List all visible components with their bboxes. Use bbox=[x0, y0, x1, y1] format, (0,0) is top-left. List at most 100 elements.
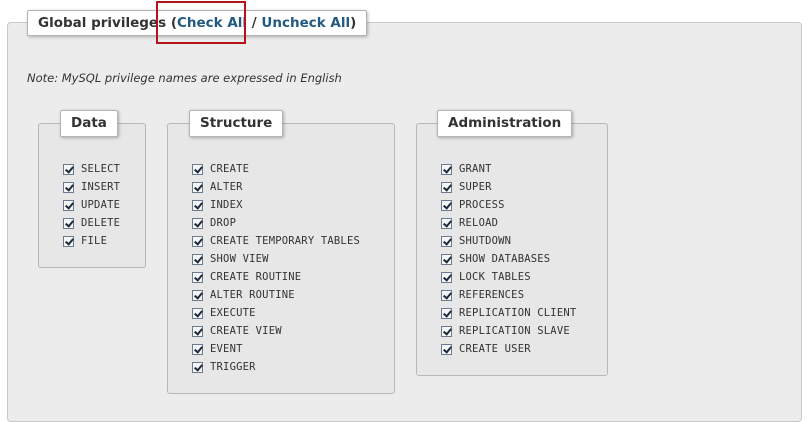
privilege-checkbox[interactable] bbox=[192, 271, 203, 283]
data-group-title: Data bbox=[60, 110, 118, 137]
privilege-label: ALTER bbox=[210, 181, 243, 193]
privilege-checkbox[interactable] bbox=[441, 343, 452, 355]
privilege-label: RELOAD bbox=[459, 217, 499, 229]
privilege-checkbox[interactable] bbox=[192, 217, 203, 229]
privilege-checkbox[interactable] bbox=[192, 163, 203, 175]
close-paren: ) bbox=[350, 15, 357, 31]
privilege-item: LOCK TABLES bbox=[441, 268, 576, 286]
link-separator: / bbox=[251, 15, 257, 31]
administration-privilege-list: GRANT SUPER PROCESS RELOAD SHUTDOWN SHOW DATA… bbox=[441, 160, 576, 358]
privilege-note: Note: MySQL privilege names are expresse… bbox=[27, 71, 342, 85]
privilege-item: FILE bbox=[63, 232, 120, 250]
privilege-item: CREATE ROUTINE bbox=[192, 268, 360, 286]
administration-privileges-group: Administration GRANT SUPER PROCESS RELOAD SH… bbox=[416, 110, 608, 376]
privilege-item: ALTER ROUTINE bbox=[192, 286, 360, 304]
privilege-label: SHUTDOWN bbox=[459, 235, 512, 247]
privilege-label: CREATE VIEW bbox=[210, 325, 282, 337]
privilege-label: CREATE bbox=[210, 163, 250, 175]
privilege-label: UPDATE bbox=[81, 199, 121, 211]
privilege-label: SELECT bbox=[81, 163, 121, 175]
privilege-checkbox[interactable] bbox=[63, 181, 74, 193]
privilege-item: RELOAD bbox=[441, 214, 576, 232]
privilege-item: SHOW VIEW bbox=[192, 250, 360, 268]
privilege-item: DELETE bbox=[63, 214, 120, 232]
privilege-checkbox[interactable] bbox=[441, 289, 452, 301]
privilege-checkbox[interactable] bbox=[63, 199, 74, 211]
privilege-label: INDEX bbox=[210, 199, 243, 211]
privilege-item: CREATE VIEW bbox=[192, 322, 360, 340]
privilege-item: ALTER bbox=[192, 178, 360, 196]
data-privileges-group: Data SELECT INSERT UPDATE DELETE FILE bbox=[38, 110, 146, 268]
privilege-checkbox[interactable] bbox=[441, 271, 452, 283]
data-privilege-list: SELECT INSERT UPDATE DELETE FILE bbox=[63, 160, 120, 250]
global-privileges-legend: Global privileges (Check All / Uncheck A… bbox=[27, 10, 368, 36]
privilege-label: SHOW VIEW bbox=[210, 253, 269, 265]
privilege-checkbox[interactable] bbox=[441, 199, 452, 211]
privilege-item: SELECT bbox=[63, 160, 120, 178]
privilege-label: REPLICATION CLIENT bbox=[459, 307, 577, 319]
privilege-item: INDEX bbox=[192, 196, 360, 214]
privilege-item: INSERT bbox=[63, 178, 120, 196]
uncheck-all-link[interactable]: Uncheck All bbox=[261, 15, 350, 31]
global-privileges-title: Global privileges bbox=[38, 15, 167, 31]
privilege-checkbox[interactable] bbox=[441, 253, 452, 265]
privilege-label: CREATE ROUTINE bbox=[210, 271, 302, 283]
privilege-item: REPLICATION SLAVE bbox=[441, 322, 576, 340]
privilege-checkbox[interactable] bbox=[63, 235, 74, 247]
privilege-label: EVENT bbox=[210, 343, 243, 355]
privilege-item: SUPER bbox=[441, 178, 576, 196]
privilege-item: UPDATE bbox=[63, 196, 120, 214]
privilege-checkbox[interactable] bbox=[192, 181, 203, 193]
privilege-label: LOCK TABLES bbox=[459, 271, 531, 283]
privilege-checkbox[interactable] bbox=[192, 325, 203, 337]
privilege-item: EVENT bbox=[192, 340, 360, 358]
privilege-item: SHOW DATABASES bbox=[441, 250, 576, 268]
privilege-checkbox[interactable] bbox=[441, 181, 452, 193]
check-all-link[interactable]: Check All bbox=[177, 15, 247, 31]
privilege-checkbox[interactable] bbox=[441, 307, 452, 319]
administration-group-title: Administration bbox=[437, 110, 573, 137]
privilege-label: REPLICATION SLAVE bbox=[459, 325, 570, 337]
privilege-item: PROCESS bbox=[441, 196, 576, 214]
privilege-label: ALTER ROUTINE bbox=[210, 289, 295, 301]
structure-privilege-list: CREATE ALTER INDEX DROP CREATE TEMPORARY TAB… bbox=[192, 160, 360, 376]
structure-privileges-group: Structure CREATE ALTER INDEX DROP CREATE TEM… bbox=[167, 110, 395, 394]
privilege-label: DELETE bbox=[81, 217, 121, 229]
privilege-item: CREATE bbox=[192, 160, 360, 178]
privilege-checkbox[interactable] bbox=[192, 199, 203, 211]
privilege-item: GRANT bbox=[441, 160, 576, 178]
privilege-label: GRANT bbox=[459, 163, 492, 175]
privilege-item: REPLICATION CLIENT bbox=[441, 304, 576, 322]
privilege-item: SHUTDOWN bbox=[441, 232, 576, 250]
privilege-label: INSERT bbox=[81, 181, 121, 193]
privilege-label: REFERENCES bbox=[459, 289, 525, 301]
privilege-label: CREATE TEMPORARY TABLES bbox=[210, 235, 360, 247]
privilege-label: SHOW DATABASES bbox=[459, 253, 551, 265]
structure-group-title: Structure bbox=[189, 110, 284, 137]
privilege-label: EXECUTE bbox=[210, 307, 256, 319]
privilege-label: TRIGGER bbox=[210, 361, 256, 373]
privilege-label: FILE bbox=[81, 235, 108, 247]
privilege-item: CREATE TEMPORARY TABLES bbox=[192, 232, 360, 250]
privilege-label: PROCESS bbox=[459, 199, 505, 211]
privilege-checkbox[interactable] bbox=[192, 343, 203, 355]
privilege-checkbox[interactable] bbox=[441, 235, 452, 247]
privilege-checkbox[interactable] bbox=[192, 361, 203, 373]
privilege-checkbox[interactable] bbox=[63, 217, 74, 229]
privilege-checkbox[interactable] bbox=[192, 307, 203, 319]
privilege-item: TRIGGER bbox=[192, 358, 360, 376]
privilege-checkbox[interactable] bbox=[192, 289, 203, 301]
privilege-label: DROP bbox=[210, 217, 237, 229]
privilege-label: CREATE USER bbox=[459, 343, 531, 355]
privilege-item: EXECUTE bbox=[192, 304, 360, 322]
privilege-checkbox[interactable] bbox=[63, 163, 74, 175]
privilege-label: SUPER bbox=[459, 181, 492, 193]
privilege-checkbox[interactable] bbox=[441, 163, 452, 175]
privilege-checkbox[interactable] bbox=[192, 253, 203, 265]
privilege-item: REFERENCES bbox=[441, 286, 576, 304]
privilege-item: DROP bbox=[192, 214, 360, 232]
privilege-checkbox[interactable] bbox=[441, 325, 452, 337]
privilege-checkbox[interactable] bbox=[192, 235, 203, 247]
privilege-item: CREATE USER bbox=[441, 340, 576, 358]
privilege-checkbox[interactable] bbox=[441, 217, 452, 229]
